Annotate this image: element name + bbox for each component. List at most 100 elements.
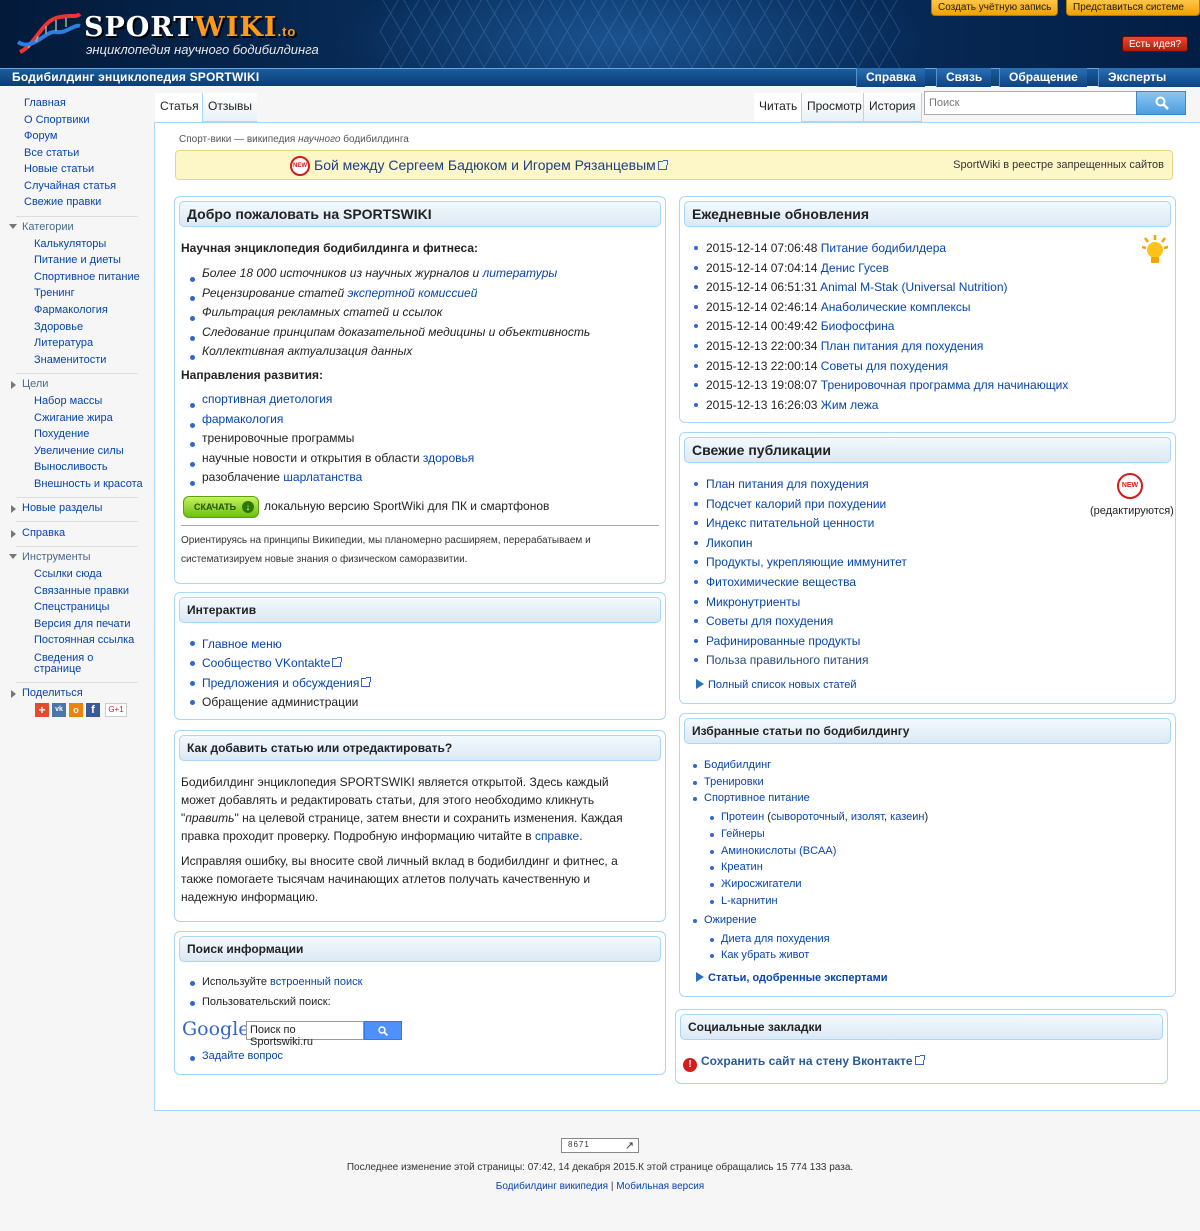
sidebar-item-weight-loss[interactable]: Похудение	[34, 428, 89, 440]
sidebar-item-mass[interactable]: Набор массы	[34, 395, 102, 407]
nav-experts[interactable]: Эксперты	[1098, 68, 1200, 87]
builtin-search: Используйте встроенный поиск	[202, 976, 363, 988]
sidebar-categories-heading[interactable]: Категории	[9, 221, 74, 233]
sidebar-item-special-pages[interactable]: Спецстраницы	[34, 601, 109, 613]
fresh-publication-item[interactable]: Индекс питательной ценности	[706, 516, 874, 530]
fresh-publication-item[interactable]: Фитохимические вещества	[706, 575, 856, 589]
download-text: локальную версию SportWiki для ПК и смар…	[264, 499, 550, 513]
tab-read[interactable]: Читать	[754, 93, 803, 122]
tab-view[interactable]: Просмотр	[801, 93, 867, 122]
featured-gainers[interactable]: Гейнеры	[721, 828, 765, 840]
sidebar-item-celebrities[interactable]: Знаменитости	[34, 354, 106, 366]
site-logo[interactable]: SPORTWIKI.to	[84, 12, 296, 43]
daily-update-item: 2015-12-14 07:06:48 Питание бодибилдера	[706, 241, 947, 255]
fresh-publication-item[interactable]: Подсчет калорий при похудении	[706, 497, 886, 511]
vk-icon[interactable]: vk	[52, 703, 66, 717]
sidebar-item-calculators[interactable]: Калькуляторы	[34, 238, 106, 250]
sidebar-tools-heading[interactable]: Инструменты	[9, 551, 91, 563]
fresh-publication-item[interactable]: Польза правильного питания	[706, 653, 868, 667]
sidebar-item-strength[interactable]: Увеличение силы	[34, 445, 124, 457]
download-button[interactable]: СКАЧАТЬ ↓	[183, 496, 259, 518]
bullet-icon	[694, 638, 698, 643]
sidebar-item-random[interactable]: Случайная статья	[24, 180, 116, 192]
sidebar-item-training[interactable]: Тренинг	[34, 287, 75, 299]
interactive-suggestions[interactable]: Предложения и обсуждения	[202, 676, 372, 690]
sidebar-item-literature[interactable]: Литература	[34, 337, 93, 349]
sidebar-item-new-articles[interactable]: Новые статьи	[24, 163, 94, 175]
sidebar-new-sections[interactable]: Новые разделы	[11, 502, 102, 514]
create-account-button[interactable]: Создать учётную запись	[931, 0, 1059, 16]
sidebar-item-print[interactable]: Версия для печати	[34, 618, 131, 630]
idea-button[interactable]: Есть идея?	[1122, 36, 1189, 52]
tab-reviews[interactable]: Отзывы	[202, 93, 257, 122]
notice-right-link[interactable]: SportWiki в реестре запрещенных сайтов	[953, 159, 1164, 171]
sidebar-item-fat-burn[interactable]: Сжигание жира	[34, 412, 113, 424]
full-list-link[interactable]: Полный список новых статей	[696, 679, 857, 691]
counter-badge[interactable]: 8671 ↗	[561, 1138, 639, 1153]
tab-article[interactable]: Статья	[155, 93, 204, 122]
daily-update-item: 2015-12-14 06:51:31 Animal M-Stak (Unive…	[706, 280, 1008, 295]
notice-title[interactable]: Бой между Сергеем Бадюком и Игорем Рязан…	[314, 157, 668, 173]
sidebar-item-nutrition[interactable]: Питание и диеты	[34, 254, 121, 266]
custom-search-label: Пользовательский поиск:	[202, 996, 331, 1008]
search-input[interactable]	[925, 92, 1135, 114]
fresh-publication-item[interactable]: Продукты, укрепляющие иммунитет	[706, 555, 907, 569]
odnoklassniki-icon[interactable]: o	[69, 703, 83, 717]
featured-carnitine[interactable]: L-карнитин	[721, 895, 778, 907]
sidebar-item-health[interactable]: Здоровье	[34, 321, 83, 333]
featured-creatine[interactable]: Креатин	[721, 861, 763, 873]
sidebar-item-sport-nutrition[interactable]: Спортивное питание	[34, 271, 140, 283]
fresh-publication-item[interactable]: Ликопин	[706, 536, 752, 550]
featured-obesity[interactable]: Ожирение	[704, 914, 757, 926]
sidebar-item-beauty[interactable]: Внешность и красота	[34, 478, 143, 490]
ask-question-link[interactable]: Задайте вопрос	[202, 1050, 283, 1062]
featured-belly[interactable]: Как убрать живот	[721, 949, 809, 961]
fresh-publication-item[interactable]: Советы для похудения	[706, 614, 833, 628]
featured-bcaa[interactable]: Аминокислоты (BCAA)	[721, 845, 836, 857]
nav-contact[interactable]: Связь	[936, 68, 992, 87]
interactive-admin[interactable]: Обращение администрации	[202, 695, 358, 709]
sidebar-share[interactable]: Поделиться	[11, 687, 83, 699]
plus-icon[interactable]: +	[35, 703, 49, 717]
sidebar-item-forum[interactable]: Форум	[24, 130, 57, 142]
approved-articles-link[interactable]: Статьи, одобренные экспертами	[696, 972, 888, 984]
fresh-publication-item[interactable]: План питания для похудения	[706, 477, 869, 491]
search-button[interactable]	[1136, 91, 1186, 115]
sidebar-item-related-changes[interactable]: Связанные правки	[34, 585, 129, 597]
sidebar-item-all-articles[interactable]: Все статьи	[24, 147, 79, 159]
sidebar-item-recent-changes[interactable]: Свежие правки	[24, 196, 101, 208]
google-plus-icon[interactable]: G+1	[105, 703, 127, 717]
new-badge-icon: NEW	[290, 156, 310, 176]
nav-appeal[interactable]: Обращение	[999, 68, 1087, 87]
interactive-vk[interactable]: Сообщество VKontakte	[202, 656, 343, 670]
google-search-input[interactable]: Поиск по Sportswiki.ru	[246, 1021, 364, 1048]
interactive-main-menu[interactable]: Главное меню	[202, 637, 282, 651]
sidebar-item-pharma[interactable]: Фармакология	[34, 304, 108, 316]
sidebar-item-endurance[interactable]: Выносливость	[34, 461, 108, 473]
login-button[interactable]: Представиться системе	[1066, 0, 1200, 16]
sidebar-item-page-info-2[interactable]: странице	[34, 663, 81, 675]
featured-training[interactable]: Тренировки	[704, 776, 764, 788]
sidebar-goals-heading[interactable]: Цели	[11, 378, 48, 390]
fresh-publication-item[interactable]: Рафинированные продукты	[706, 634, 860, 648]
bullet-icon	[694, 658, 698, 663]
sidebar-item-main[interactable]: Главная	[24, 97, 66, 109]
facebook-icon[interactable]: f	[86, 703, 100, 717]
nav-help[interactable]: Справка	[856, 68, 925, 87]
new-badge-icon: NEW	[1117, 473, 1143, 499]
fresh-publication-item[interactable]: Микронутриенты	[706, 595, 800, 609]
featured-bodybuilding[interactable]: Бодибилдинг	[704, 759, 771, 771]
sidebar-help[interactable]: Справка	[11, 527, 65, 539]
save-to-vk-link[interactable]: ! Сохранить сайт на стену Вконтакте	[683, 1054, 925, 1072]
featured-diet[interactable]: Диета для похудения	[721, 933, 830, 945]
google-search-button[interactable]	[364, 1021, 402, 1040]
tab-history[interactable]: История	[863, 93, 922, 122]
search-icon	[378, 1026, 388, 1036]
featured-sport-nutrition[interactable]: Спортивное питание	[704, 792, 810, 804]
feature-item: Рецензирование статей экспертной комисси…	[202, 286, 478, 300]
external-link-icon	[361, 677, 372, 687]
featured-fatburners[interactable]: Жиросжигатели	[721, 878, 802, 890]
sidebar-item-about[interactable]: О Спортвики	[24, 114, 90, 126]
sidebar-item-permalink[interactable]: Постоянная ссылка	[34, 634, 134, 646]
sidebar-item-whatlinkshere[interactable]: Ссылки сюда	[34, 568, 102, 580]
